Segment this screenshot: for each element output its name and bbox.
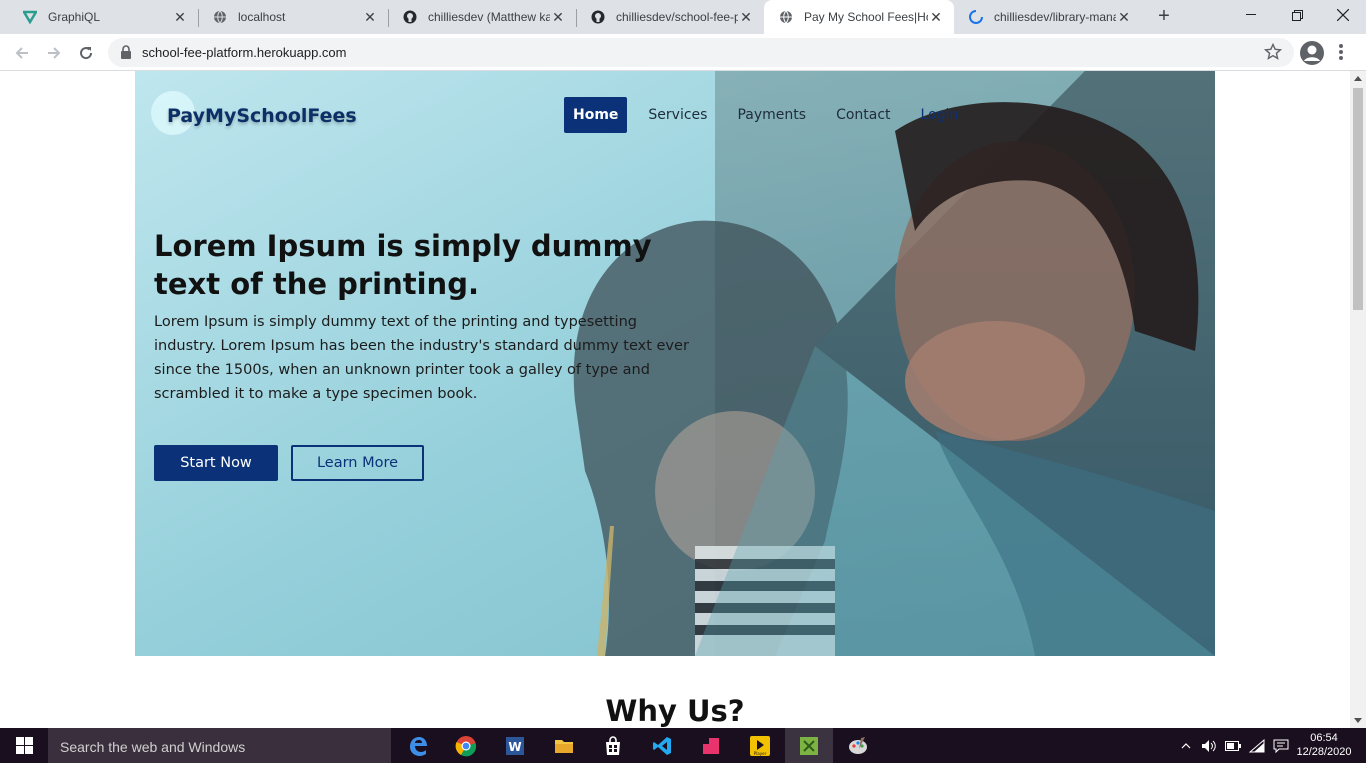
volume-icon[interactable] bbox=[1198, 728, 1220, 763]
taskbar-search-placeholder[interactable]: Search the web and Windows bbox=[60, 739, 245, 755]
loading-icon bbox=[968, 9, 984, 25]
graphiql-icon bbox=[22, 9, 38, 25]
minimize-button[interactable] bbox=[1228, 0, 1274, 30]
windows-taskbar: Search the web and Windows W Player 06:5… bbox=[0, 728, 1366, 763]
svg-text:W: W bbox=[508, 740, 521, 754]
lock-icon[interactable] bbox=[120, 45, 132, 64]
tab-title: chilliesdev/school-fee-p bbox=[616, 10, 738, 24]
nav-services[interactable]: Services bbox=[639, 97, 716, 133]
page-viewport: PayMySchoolFees Home Services Payments C… bbox=[0, 71, 1350, 728]
why-us-heading: Why Us? bbox=[605, 694, 745, 728]
show-hidden-icons-chevron-icon[interactable] bbox=[1176, 728, 1196, 763]
start-now-button[interactable]: Start Now bbox=[154, 445, 278, 481]
tab-library[interactable]: chilliesdev/library-mana ✕ bbox=[954, 0, 1142, 34]
windows-start-button[interactable] bbox=[0, 728, 48, 763]
nav-payments[interactable]: Payments bbox=[728, 97, 815, 133]
restore-button[interactable] bbox=[1274, 0, 1320, 30]
profile-avatar-icon[interactable] bbox=[1299, 40, 1325, 66]
clock-time: 06:54 bbox=[1310, 732, 1338, 744]
taskbar-clock[interactable]: 06:54 12/28/2020 bbox=[1292, 731, 1356, 759]
close-icon[interactable]: ✕ bbox=[172, 9, 188, 25]
green-app-icon[interactable] bbox=[785, 728, 833, 763]
tab-github-repo[interactable]: chilliesdev/school-fee-p ✕ bbox=[576, 0, 764, 34]
learn-more-button[interactable]: Learn More bbox=[291, 445, 424, 481]
svg-text:Player: Player bbox=[754, 751, 767, 756]
page-scrollbar[interactable] bbox=[1350, 71, 1366, 728]
chrome-icon[interactable] bbox=[442, 728, 490, 763]
globe-icon bbox=[212, 9, 228, 25]
paint-icon[interactable] bbox=[834, 728, 882, 763]
hero-section: PayMySchoolFees Home Services Payments C… bbox=[135, 71, 1215, 656]
back-button[interactable] bbox=[8, 39, 36, 67]
site-logo[interactable]: PayMySchoolFees bbox=[167, 105, 357, 127]
nav-login[interactable]: Login bbox=[912, 97, 968, 133]
nav-home[interactable]: Home bbox=[564, 97, 628, 133]
battery-icon[interactable] bbox=[1222, 728, 1244, 763]
pink-app-icon[interactable] bbox=[687, 728, 735, 763]
close-icon[interactable]: ✕ bbox=[550, 9, 566, 25]
tab-github-profile[interactable]: chilliesdev (Matthew ka ✕ bbox=[388, 0, 576, 34]
player-icon[interactable]: Player bbox=[736, 728, 784, 763]
url-text[interactable]: school-fee-platform.herokuapp.com bbox=[142, 45, 347, 60]
close-icon[interactable]: ✕ bbox=[928, 9, 944, 25]
wifi-icon[interactable] bbox=[1246, 728, 1268, 763]
tab-title: GraphiQL bbox=[48, 10, 101, 24]
scroll-down-arrow-icon[interactable] bbox=[1354, 718, 1362, 723]
tab-title: Pay My School Fees|Ho bbox=[804, 10, 928, 24]
reload-button[interactable] bbox=[72, 39, 100, 67]
tab-title: localhost bbox=[238, 10, 286, 24]
menu-kebab-icon[interactable] bbox=[1336, 42, 1346, 62]
tab-title: chilliesdev (Matthew ka bbox=[428, 10, 550, 24]
close-window-button[interactable] bbox=[1320, 0, 1366, 30]
globe-icon bbox=[778, 9, 794, 25]
scrollbar-thumb[interactable] bbox=[1353, 88, 1363, 310]
tab-localhost[interactable]: localhost ✕ bbox=[198, 0, 388, 34]
scroll-up-arrow-icon[interactable] bbox=[1354, 76, 1362, 81]
browser-toolbar: school-fee-platform.herokuapp.com bbox=[0, 34, 1366, 71]
store-icon[interactable] bbox=[589, 728, 637, 763]
close-icon[interactable]: ✕ bbox=[1116, 9, 1132, 25]
hero-title: Lorem Ipsum is simply dummy text of the … bbox=[154, 229, 652, 301]
main-nav: Home Services Payments Contact Login bbox=[564, 97, 979, 133]
vscode-icon[interactable] bbox=[638, 728, 686, 763]
tab-graphiql[interactable]: GraphiQL ✕ bbox=[8, 0, 198, 34]
forward-button[interactable] bbox=[40, 39, 68, 67]
word-icon[interactable]: W bbox=[491, 728, 539, 763]
tab-pay-my-school-fees[interactable]: Pay My School Fees|Ho ✕ bbox=[764, 0, 954, 34]
tab-strip: GraphiQL ✕ localhost ✕ chilliesdev (Matt… bbox=[0, 0, 1366, 34]
edge-icon[interactable] bbox=[394, 728, 442, 763]
address-bar[interactable]: school-fee-platform.herokuapp.com bbox=[108, 38, 1294, 67]
close-icon[interactable]: ✕ bbox=[738, 9, 754, 25]
github-icon bbox=[590, 9, 606, 25]
tab-title: chilliesdev/library-mana bbox=[994, 10, 1116, 24]
taskbar-search-box[interactable]: Search the web and Windows bbox=[48, 728, 391, 763]
windows-logo-icon bbox=[15, 737, 33, 754]
github-icon bbox=[402, 9, 418, 25]
bookmark-star-icon[interactable] bbox=[1263, 42, 1283, 66]
clock-date: 12/28/2020 bbox=[1296, 746, 1352, 758]
new-tab-button[interactable]: + bbox=[1152, 5, 1176, 29]
nav-contact[interactable]: Contact bbox=[827, 97, 899, 133]
file-explorer-icon[interactable] bbox=[540, 728, 588, 763]
action-center-icon[interactable] bbox=[1270, 728, 1292, 763]
close-icon[interactable]: ✕ bbox=[362, 9, 378, 25]
hero-description: Lorem Ipsum is simply dummy text of the … bbox=[154, 314, 689, 402]
